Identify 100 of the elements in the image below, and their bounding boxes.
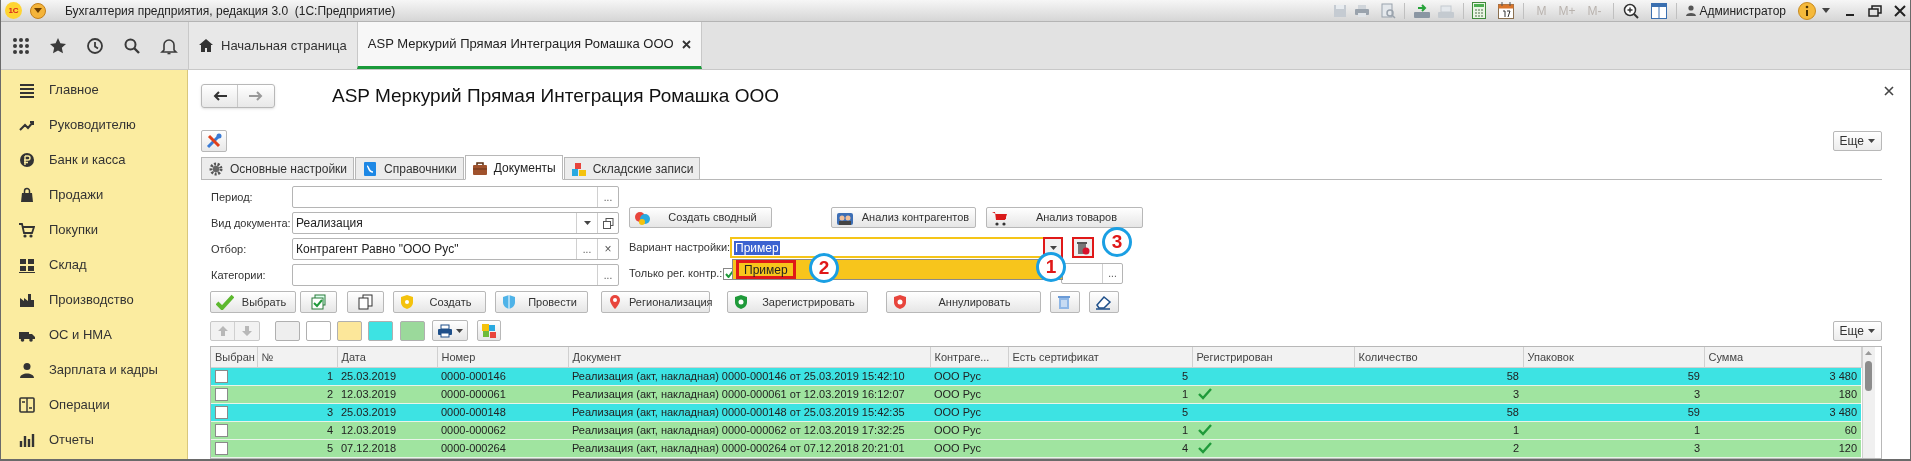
- color-button[interactable]: [275, 320, 300, 341]
- colored-blocks-icon: [481, 322, 497, 339]
- column-header[interactable]: Документ: [568, 347, 930, 367]
- delete-settings-button[interactable]: [1072, 237, 1094, 258]
- settings-button[interactable]: [201, 130, 227, 152]
- close-icon[interactable]: [1884, 86, 1894, 96]
- form-tab[interactable]: Складские записи: [563, 157, 701, 180]
- documents-button[interactable]: [347, 291, 384, 313]
- checkbox[interactable]: [215, 441, 228, 455]
- document-tab[interactable]: Начальная страница: [188, 22, 357, 69]
- colored-blocks-button[interactable]: [477, 320, 501, 341]
- column-header[interactable]: Упаковок: [1523, 347, 1704, 367]
- history-icon[interactable]: [86, 36, 104, 55]
- checkbox[interactable]: [215, 405, 228, 419]
- tray-arrow-icon[interactable]: [1413, 2, 1432, 19]
- caret-icon: [1049, 245, 1057, 250]
- color-button[interactable]: [337, 320, 362, 341]
- zoom-icon[interactable]: [1623, 2, 1640, 19]
- action-button[interactable]: Создать сводный: [629, 207, 772, 228]
- panel-icon[interactable]: [1651, 2, 1668, 19]
- checked-documents-button[interactable]: [300, 291, 337, 313]
- left-arrow-icon: [212, 91, 227, 101]
- column-header[interactable]: Дата: [337, 347, 437, 367]
- column-header[interactable]: Номер: [437, 347, 568, 367]
- checkbox[interactable]: [215, 387, 228, 401]
- sidebar-item[interactable]: Продажи: [1, 177, 187, 212]
- column-header[interactable]: Регистрирован: [1192, 347, 1354, 367]
- command-button[interactable]: Провести: [495, 291, 588, 313]
- bell-icon[interactable]: [160, 36, 178, 55]
- color-button[interactable]: [306, 320, 331, 341]
- more-button[interactable]: Еще: [1832, 320, 1882, 341]
- table-cell: 59: [1523, 403, 1704, 421]
- command-button[interactable]: Зарегистрировать: [727, 291, 868, 313]
- sidebar-item[interactable]: Отчеты: [1, 422, 187, 457]
- choose-button[interactable]: ...: [597, 187, 618, 207]
- checkbox[interactable]: [215, 369, 228, 383]
- print-preview-icon[interactable]: [1380, 2, 1397, 19]
- print-button[interactable]: [432, 320, 468, 341]
- input-field[interactable]: Контрагент Равно "ООО Рус" ... ×: [292, 238, 619, 260]
- main-menu-button[interactable]: [30, 2, 46, 19]
- form-title: ASP Меркурий Прямая Интеграция Ромашка ООО: [332, 83, 780, 108]
- input-field[interactable]: ...: [292, 264, 619, 286]
- sidebar-item[interactable]: Склад: [1, 247, 187, 282]
- sidebar-item[interactable]: Покупки: [1, 212, 187, 247]
- field-label: Только рег. контр.:: [629, 266, 723, 282]
- input-field[interactable]: ...: [292, 186, 619, 208]
- choose-button[interactable]: ...: [576, 239, 597, 259]
- input-field[interactable]: Реализация: [292, 212, 619, 234]
- apps-grid-icon[interactable]: [12, 36, 30, 55]
- choose-button[interactable]: ...: [597, 265, 618, 285]
- print-icon[interactable]: [1354, 2, 1371, 19]
- scrollbar[interactable]: [1861, 347, 1875, 458]
- column-header[interactable]: №: [257, 347, 337, 367]
- color-button[interactable]: [368, 320, 393, 341]
- table-cell: 180: [1704, 385, 1861, 403]
- sidebar-item[interactable]: Руководителю: [1, 107, 187, 142]
- calendar-icon[interactable]: [1498, 2, 1515, 19]
- info-icon[interactable]: [1798, 1, 1816, 20]
- form-tab[interactable]: Документы: [464, 155, 563, 180]
- restore-icon[interactable]: [1868, 4, 1882, 17]
- column-header[interactable]: Контраге...: [930, 347, 1008, 367]
- caret-icon[interactable]: [1822, 8, 1830, 13]
- dropdown-option[interactable]: Пример: [736, 260, 796, 279]
- close-icon[interactable]: [681, 39, 691, 49]
- column-header[interactable]: Сумма: [1704, 347, 1861, 367]
- app-logo[interactable]: 1С: [5, 2, 22, 19]
- clear-button[interactable]: ×: [597, 239, 618, 259]
- sidebar-item[interactable]: Зарплата и кадры: [1, 352, 187, 387]
- sidebar-item[interactable]: Главное: [1, 72, 187, 107]
- sidebar-item[interactable]: ОС и НМА: [1, 317, 187, 352]
- command-button[interactable]: Регионализация: [601, 291, 710, 313]
- gear-icon: [208, 160, 224, 177]
- user-menu[interactable]: Администратор: [1686, 1, 1786, 20]
- variant-field[interactable]: Пример: [730, 237, 1063, 258]
- star-icon[interactable]: [49, 36, 67, 55]
- form-tab[interactable]: Основные настройки: [201, 157, 355, 180]
- trash-button[interactable]: [1050, 291, 1080, 313]
- table-cell: 12.03.2019: [337, 421, 437, 439]
- command-button[interactable]: Выбрать: [210, 291, 296, 313]
- column-header[interactable]: Количество: [1354, 347, 1523, 367]
- checkbox[interactable]: [215, 423, 228, 437]
- sidebar-item[interactable]: Банк и касса: [1, 142, 187, 177]
- sidebar-item[interactable]: Операции: [1, 387, 187, 422]
- command-button[interactable]: Создать: [393, 291, 486, 313]
- command-button[interactable]: Аннулировать: [886, 291, 1041, 313]
- document-tab[interactable]: ASP Меркурий Прямая Интеграция Ромашка ООО: [356, 22, 702, 69]
- search-icon[interactable]: [123, 36, 141, 55]
- eraser-button[interactable]: [1089, 291, 1119, 313]
- form-tab[interactable]: Справочники: [355, 157, 464, 180]
- sidebar-item[interactable]: Производство: [1, 282, 187, 317]
- scrollbar-thumb[interactable]: [1865, 361, 1872, 391]
- column-header[interactable]: Есть сертификат: [1008, 347, 1192, 367]
- action-button[interactable]: Анализ контрагентов: [831, 207, 976, 228]
- color-button[interactable]: [400, 320, 425, 341]
- choose-button[interactable]: ...: [1102, 264, 1122, 283]
- column-header[interactable]: Выбран: [211, 347, 257, 367]
- more-button[interactable]: Еще: [1832, 131, 1882, 151]
- close-icon[interactable]: [1894, 4, 1906, 17]
- calculator-icon[interactable]: [1472, 2, 1487, 19]
- action-button[interactable]: Анализ товаров: [986, 207, 1143, 228]
